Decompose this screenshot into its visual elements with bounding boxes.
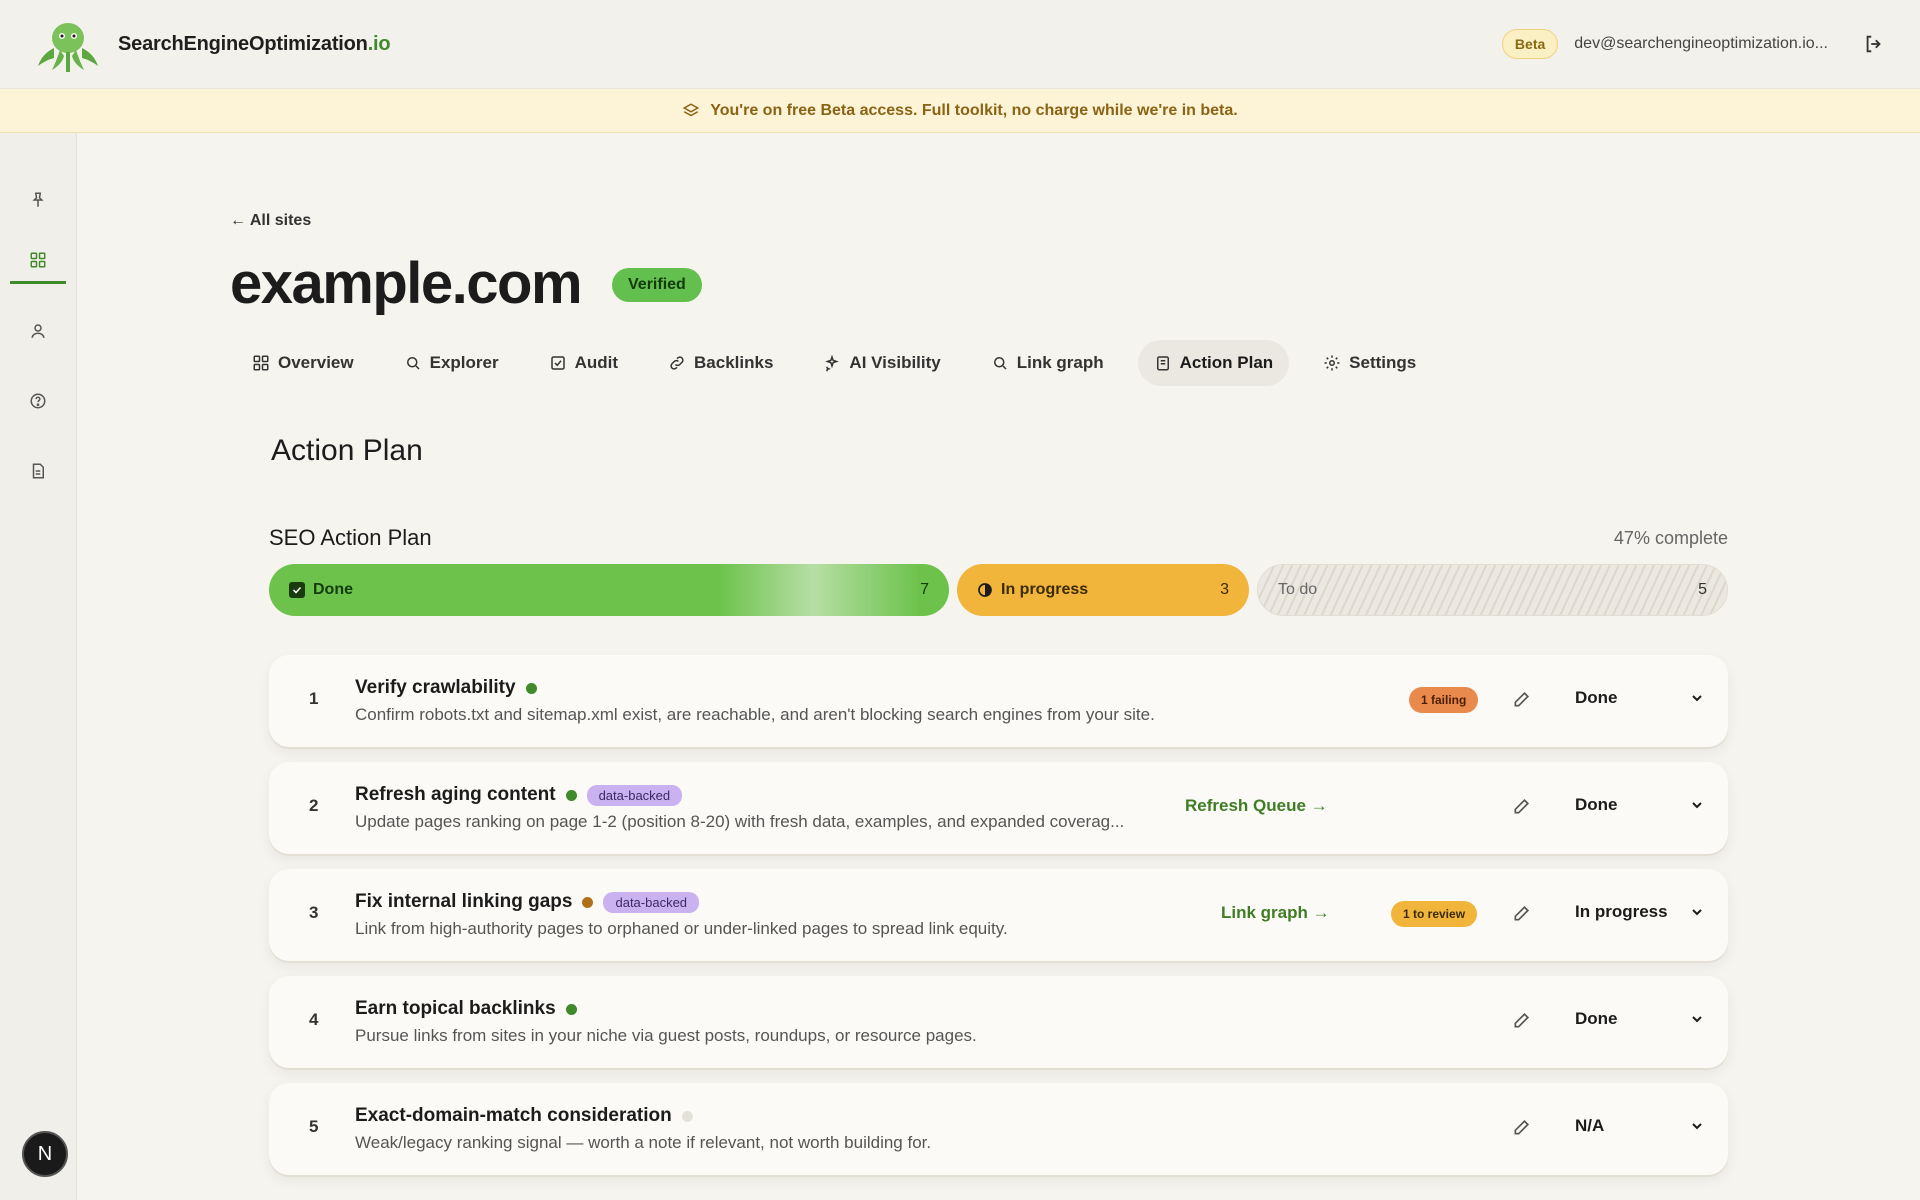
- site-title: example.com: [230, 251, 583, 316]
- task-title-row: Fix internal linking gaps data-backed: [355, 891, 700, 913]
- task-row[interactable]: 3 Fix internal linking gaps data-backed …: [269, 869, 1728, 961]
- half-circle-icon: [978, 583, 992, 597]
- task-description: Weak/legacy ranking signal — worth a not…: [355, 1133, 932, 1152]
- task-title: Fix internal linking gaps: [355, 891, 573, 912]
- user-icon[interactable]: [10, 308, 66, 354]
- task-row[interactable]: 2 Refresh aging content data-backed Upda…: [269, 762, 1728, 854]
- task-title: Exact-domain-match consideration: [355, 1105, 672, 1126]
- status-dot: [681, 1110, 693, 1122]
- task-number: 2: [309, 796, 319, 815]
- octopus-logo-icon: [38, 23, 98, 72]
- tab-settings[interactable]: Settings: [1307, 340, 1432, 386]
- check-icon: [289, 582, 305, 598]
- task-description: Link from high-authority pages to orphan…: [355, 919, 1008, 938]
- task-title: Refresh aging content: [355, 784, 556, 805]
- to-review-badge[interactable]: 1 to review: [1391, 901, 1478, 927]
- data-backed-tag: data-backed: [603, 891, 700, 913]
- chevron-down-icon: [1692, 802, 1702, 809]
- edit-icon[interactable]: [1512, 689, 1532, 709]
- progress-in-progress-segment[interactable]: In progress 3: [957, 564, 1249, 616]
- task-row[interactable]: 1 Verify crawlability Confirm robots.txt…: [269, 655, 1728, 747]
- verified-badge: Verified: [612, 268, 702, 302]
- grid-icon: [253, 355, 269, 371]
- user-avatar[interactable]: N: [22, 1131, 68, 1177]
- status-dot: [582, 896, 594, 908]
- back-to-sites-link[interactable]: ← All sites: [230, 212, 311, 230]
- tab-explorer[interactable]: Explorer: [388, 340, 515, 386]
- status-select[interactable]: Done: [1575, 688, 1705, 708]
- progress-todo-segment[interactable]: To do 5: [1257, 564, 1728, 616]
- checkbox-icon: [550, 356, 565, 370]
- help-icon[interactable]: [10, 378, 66, 424]
- status-select[interactable]: Done: [1575, 795, 1705, 815]
- task-title: Earn topical backlinks: [355, 998, 556, 1019]
- chevron-down-icon: [1692, 1123, 1702, 1130]
- chevron-down-icon: [1692, 909, 1702, 916]
- status-select[interactable]: In progress: [1575, 902, 1705, 922]
- tab-audit[interactable]: Audit: [533, 340, 634, 386]
- sign-out-icon[interactable]: [1860, 30, 1888, 58]
- status-dot: [525, 682, 537, 694]
- task-title-row: Refresh aging content data-backed: [355, 784, 683, 806]
- task-title: Verify crawlability: [355, 677, 516, 698]
- task-description: Update pages ranking on page 1-2 (positi…: [355, 812, 1125, 831]
- tab-action-plan[interactable]: Action Plan: [1137, 340, 1290, 386]
- data-backed-tag: data-backed: [586, 784, 683, 806]
- gear-icon: [1324, 355, 1340, 371]
- plan-complete-percent: 47% complete: [1613, 528, 1728, 548]
- task-description: Pursue links from sites in your niche vi…: [355, 1026, 977, 1045]
- tab-ai-visibility[interactable]: AI Visibility: [807, 340, 956, 386]
- top-bar: SearchEngineOptimization.io Beta dev@sea…: [0, 0, 1920, 89]
- tab-link-graph[interactable]: Link graph: [975, 340, 1120, 386]
- tab-backlinks[interactable]: Backlinks: [652, 340, 789, 386]
- link-icon: [670, 356, 684, 370]
- edit-icon[interactable]: [1512, 1010, 1532, 1030]
- edit-icon[interactable]: [1512, 796, 1532, 816]
- task-title-row: Exact-domain-match consideration: [355, 1105, 693, 1127]
- task-row[interactable]: 4 Earn topical backlinks Pursue links fr…: [269, 976, 1728, 1068]
- progress-done-segment[interactable]: Done 7: [269, 564, 949, 616]
- beta-banner: You're on free Beta access. Full toolkit…: [0, 89, 1920, 133]
- layers-icon: [682, 102, 700, 116]
- site-tabs: Overview Explorer Audit Backlinks AI Vis…: [236, 340, 1450, 386]
- task-number: 3: [309, 903, 319, 922]
- task-number: 1: [309, 689, 319, 708]
- edit-icon[interactable]: [1512, 903, 1532, 923]
- link-graph-link[interactable]: Link graph →: [1221, 903, 1330, 923]
- status-dot: [565, 1003, 577, 1015]
- task-number: 4: [309, 1010, 319, 1029]
- search-icon: [993, 357, 1007, 370]
- brand-name: SearchEngineOptimization.io: [118, 32, 391, 55]
- sidebar: [0, 133, 77, 1200]
- task-description: Confirm robots.txt and sitemap.xml exist…: [355, 705, 1155, 724]
- chevron-down-icon: [1692, 695, 1702, 702]
- clipboard-icon: [1156, 356, 1169, 371]
- status-select[interactable]: N/A: [1575, 1116, 1705, 1136]
- task-title-row: Earn topical backlinks: [355, 998, 577, 1020]
- search-icon: [406, 357, 420, 370]
- failing-badge[interactable]: 1 failing: [1409, 687, 1479, 713]
- refresh-queue-link[interactable]: Refresh Queue →: [1185, 796, 1328, 816]
- status-dot: [565, 789, 577, 801]
- plan-title: SEO Action Plan: [269, 525, 432, 550]
- banner-text: You're on free Beta access. Full toolkit…: [710, 101, 1238, 119]
- brand[interactable]: SearchEngineOptimization.io: [32, 14, 391, 74]
- user-email[interactable]: dev@searchengineoptimization.io...: [1574, 35, 1828, 53]
- task-row[interactable]: 5 Exact-domain-match consideration Weak/…: [269, 1083, 1728, 1175]
- pin-icon[interactable]: [10, 177, 66, 223]
- task-number: 5: [309, 1117, 319, 1136]
- task-title-row: Verify crawlability: [355, 677, 537, 699]
- document-icon[interactable]: [10, 448, 66, 494]
- status-select[interactable]: Done: [1575, 1009, 1705, 1029]
- tab-overview[interactable]: Overview: [236, 340, 370, 386]
- edit-icon[interactable]: [1512, 1117, 1532, 1137]
- beta-badge: Beta: [1501, 29, 1559, 59]
- grid-icon[interactable]: [10, 238, 66, 284]
- section-title: Action Plan: [271, 434, 423, 467]
- chevron-down-icon: [1692, 1016, 1702, 1023]
- sparkles-icon: [825, 354, 840, 372]
- plan-progress-bar: Done 7 In progress 3 To do 5: [269, 564, 1728, 616]
